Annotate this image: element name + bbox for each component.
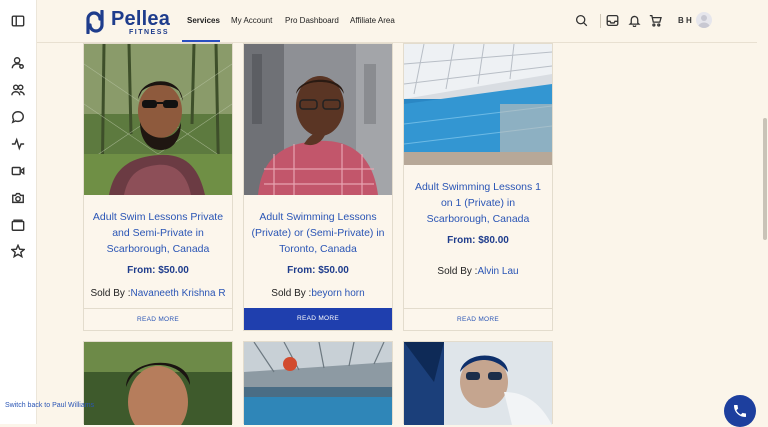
seller-name-1[interactable]: Navaneeth Krishna R (130, 288, 225, 299)
brand-subtitle: FITNESS (129, 29, 170, 36)
sidebar-toggle-icon[interactable] (11, 14, 25, 28)
folder-icon[interactable] (11, 218, 25, 232)
read-more-button-2[interactable]: READ MORE (244, 308, 392, 330)
bell-icon[interactable] (628, 14, 641, 28)
product-seller-1: Sold By :Navaneeth Krishna R (84, 288, 232, 299)
top-header: Pellea FITNESS Services My Account Pro D… (37, 0, 757, 43)
nav-affiliate-area[interactable]: Affiliate Area (350, 16, 395, 25)
pellea-logo[interactable]: Pellea FITNESS (83, 8, 203, 36)
product-price-2: From: $50.00 (287, 265, 349, 276)
product-title-3[interactable]: Adult Swimming Lessons 1 on 1 (Private) … (410, 179, 546, 227)
product-price-3: From: $80.00 (447, 235, 509, 246)
product-image-6[interactable] (404, 342, 552, 425)
nav-my-account[interactable]: My Account (231, 16, 272, 25)
product-card-6[interactable] (403, 341, 553, 425)
product-card-3[interactable]: Adult Swimming Lessons 1 on 1 (Private) … (403, 43, 553, 331)
product-image-2[interactable] (244, 44, 392, 195)
read-more-button-3[interactable]: READ MORE (404, 308, 552, 331)
nav-services[interactable]: Services (187, 16, 220, 25)
left-icon-rail (0, 0, 37, 424)
product-image-3[interactable] (404, 44, 552, 165)
product-seller-3: Sold By :Alvin Lau (404, 266, 552, 277)
sold-by-label: Sold By : (437, 266, 478, 277)
header-divider (600, 14, 601, 28)
cart-icon[interactable] (649, 14, 662, 27)
switch-back-link[interactable]: Switch back to Paul Williams (5, 402, 94, 409)
avatar[interactable] (696, 12, 712, 28)
star-icon[interactable] (11, 244, 25, 258)
phone-icon (734, 405, 746, 417)
product-card-2[interactable]: Adult Swimming Lessons (Private) or (Sem… (243, 43, 393, 331)
inbox-icon[interactable] (606, 14, 619, 27)
product-price-1: From: $50.00 (127, 265, 189, 276)
seller-name-2[interactable]: beyorn horn (311, 288, 364, 299)
product-card-1[interactable]: Adult Swim Lessons Private and Semi-Priv… (83, 43, 233, 331)
user-icon[interactable] (11, 56, 25, 70)
active-nav-indicator (182, 40, 220, 42)
nav-pro-dashboard[interactable]: Pro Dashboard (285, 16, 339, 25)
product-image-4[interactable] (84, 342, 232, 425)
product-image-1[interactable] (84, 44, 232, 195)
product-card-5[interactable] (243, 341, 393, 425)
product-title-1[interactable]: Adult Swim Lessons Private and Semi-Priv… (90, 209, 226, 257)
call-button[interactable] (724, 395, 756, 427)
read-more-button-1[interactable]: READ MORE (84, 308, 232, 331)
pellea-logo-mark-icon (86, 10, 104, 34)
product-title-2[interactable]: Adult Swimming Lessons (Private) or (Sem… (250, 209, 386, 257)
camera-icon[interactable] (11, 191, 25, 205)
product-seller-2: Sold By :beyorn horn (244, 288, 392, 299)
scrollbar[interactable] (763, 118, 767, 240)
search-icon[interactable] (575, 14, 588, 27)
sold-by-label: Sold By : (90, 288, 131, 299)
seller-name-3[interactable]: Alvin Lau (477, 266, 518, 277)
video-icon[interactable] (11, 164, 25, 178)
user-initials[interactable]: B H (678, 16, 692, 25)
brand-name: Pellea (111, 8, 171, 30)
activity-icon[interactable] (11, 137, 25, 151)
sold-by-label: Sold By : (271, 288, 312, 299)
chat-icon[interactable] (11, 110, 25, 124)
product-card-4[interactable] (83, 341, 233, 425)
product-image-5[interactable] (244, 342, 392, 425)
users-icon[interactable] (11, 83, 25, 97)
